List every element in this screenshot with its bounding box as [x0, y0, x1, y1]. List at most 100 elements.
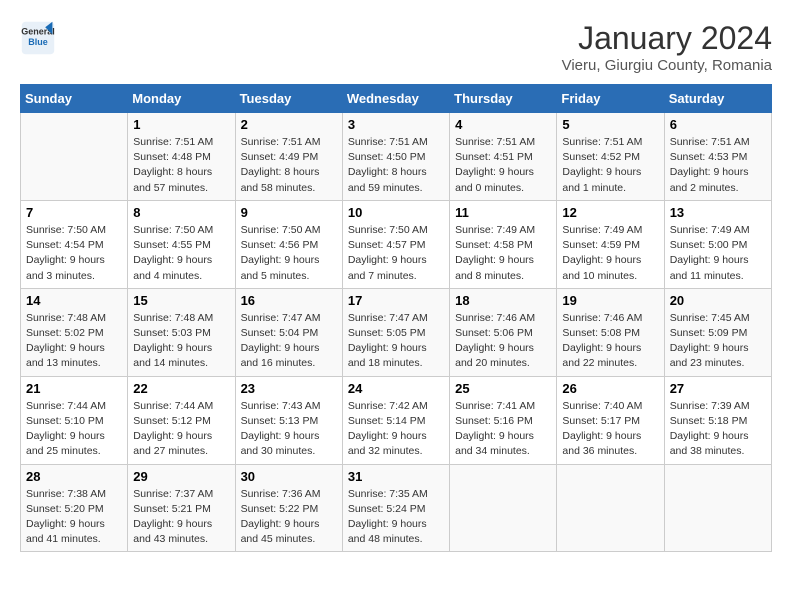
week-row-3: 14 Sunrise: 7:48 AMSunset: 5:02 PMDayligh… — [21, 288, 772, 376]
page-header: General Blue January 2024 Vieru, Giurgiu… — [20, 20, 772, 74]
day-info: Sunrise: 7:47 AMSunset: 5:04 PMDaylight:… — [241, 311, 337, 372]
calendar-cell: 23Sunrise: 7:43 AMSunset: 5:13 PMDayligh… — [235, 376, 342, 464]
day-info: Sunrise: 7:51 AMSunset: 4:49 PMDaylight:… — [241, 135, 337, 196]
day-info: Sunrise: 7:50 AMSunset: 4:55 PMDaylight:… — [133, 223, 229, 284]
calendar-cell — [664, 464, 771, 552]
day-number: 20 — [670, 293, 766, 308]
calendar-cell: 11Sunrise: 7:49 AMSunset: 4:58 PMDayligh… — [450, 200, 557, 288]
calendar-cell: 28 Sunrise: 7:38 AMSunset: 5:20 PMDayligh… — [21, 464, 128, 552]
calendar-cell: 15 Sunrise: 7:48 AMSunset: 5:03 PMDayligh… — [128, 288, 235, 376]
day-number: 31 — [348, 469, 444, 484]
day-number: 1 — [133, 117, 229, 132]
day-info: Sunrise: 7:49 AMSunset: 4:58 PMDaylight:… — [455, 223, 551, 284]
day-info: Sunrise: 7:44 AMSunset: 5:10 PMDaylight:… — [26, 399, 122, 460]
calendar-cell: 24Sunrise: 7:42 AMSunset: 5:14 PMDayligh… — [342, 376, 449, 464]
day-info: Sunrise: 7:39 AMSunset: 5:18 PMDaylight:… — [670, 399, 766, 460]
day-info: Sunrise: 7:37 AMSunset: 5:21 PMDaylight:… — [133, 487, 229, 548]
day-number: 26 — [562, 381, 658, 396]
calendar-cell: 18 Sunrise: 7:46 AMSunset: 5:06 PMDayligh… — [450, 288, 557, 376]
day-number: 16 — [241, 293, 337, 308]
day-number: 14 — [26, 293, 122, 308]
logo-icon: General Blue — [20, 20, 56, 56]
calendar-cell: 31 Sunrise: 7:35 AMSunset: 5:24 PMDayligh… — [342, 464, 449, 552]
day-info: Sunrise: 7:47 AMSunset: 5:05 PMDaylight:… — [348, 311, 444, 372]
day-number: 8 — [133, 205, 229, 220]
day-info: Sunrise: 7:48 AMSunset: 5:02 PMDaylight:… — [26, 311, 122, 372]
day-number: 4 — [455, 117, 551, 132]
day-info: Sunrise: 7:51 AMSunset: 4:53 PMDaylight:… — [670, 135, 766, 196]
week-row-4: 21 Sunrise: 7:44 AMSunset: 5:10 PMDayligh… — [21, 376, 772, 464]
week-row-2: 7 Sunrise: 7:50 AMSunset: 4:54 PMDaylight… — [21, 200, 772, 288]
day-info: Sunrise: 7:38 AMSunset: 5:20 PMDaylight:… — [26, 487, 122, 548]
day-info: Sunrise: 7:49 AMSunset: 4:59 PMDaylight:… — [562, 223, 658, 284]
calendar-table: SundayMondayTuesdayWednesdayThursdayFrid… — [20, 84, 772, 552]
day-number: 29 — [133, 469, 229, 484]
weekday-header-monday: Monday — [128, 85, 235, 113]
calendar-cell: 1 Sunrise: 7:51 AMSunset: 4:48 PMDaylight… — [128, 113, 235, 201]
title-block: January 2024 Vieru, Giurgiu County, Roma… — [562, 20, 772, 74]
calendar-cell: 20 Sunrise: 7:45 AMSunset: 5:09 PMDayligh… — [664, 288, 771, 376]
day-number: 17 — [348, 293, 444, 308]
logo: General Blue — [20, 20, 60, 56]
calendar-cell: 12 Sunrise: 7:49 AMSunset: 4:59 PMDayligh… — [557, 200, 664, 288]
day-number: 22 — [133, 381, 229, 396]
day-info: Sunrise: 7:51 AMSunset: 4:48 PMDaylight:… — [133, 135, 229, 196]
calendar-cell: 19Sunrise: 7:46 AMSunset: 5:08 PMDayligh… — [557, 288, 664, 376]
day-number: 18 — [455, 293, 551, 308]
day-number: 13 — [670, 205, 766, 220]
day-info: Sunrise: 7:42 AMSunset: 5:14 PMDaylight:… — [348, 399, 444, 460]
day-number: 28 — [26, 469, 122, 484]
calendar-cell: 5 Sunrise: 7:51 AMSunset: 4:52 PMDaylight… — [557, 113, 664, 201]
month-title: January 2024 — [562, 20, 772, 57]
calendar-cell: 8 Sunrise: 7:50 AMSunset: 4:55 PMDaylight… — [128, 200, 235, 288]
day-info: Sunrise: 7:50 AMSunset: 4:54 PMDaylight:… — [26, 223, 122, 284]
calendar-cell: 16 Sunrise: 7:47 AMSunset: 5:04 PMDayligh… — [235, 288, 342, 376]
calendar-cell — [557, 464, 664, 552]
day-info: Sunrise: 7:36 AMSunset: 5:22 PMDaylight:… — [241, 487, 337, 548]
day-number: 6 — [670, 117, 766, 132]
calendar-cell: 6 Sunrise: 7:51 AMSunset: 4:53 PMDaylight… — [664, 113, 771, 201]
weekday-header-saturday: Saturday — [664, 85, 771, 113]
day-number: 9 — [241, 205, 337, 220]
day-number: 2 — [241, 117, 337, 132]
day-number: 7 — [26, 205, 122, 220]
calendar-cell — [450, 464, 557, 552]
day-info: Sunrise: 7:51 AMSunset: 4:51 PMDaylight:… — [455, 135, 551, 196]
calendar-cell: 27Sunrise: 7:39 AMSunset: 5:18 PMDayligh… — [664, 376, 771, 464]
calendar-cell: 29 Sunrise: 7:37 AMSunset: 5:21 PMDayligh… — [128, 464, 235, 552]
weekday-header-row: SundayMondayTuesdayWednesdayThursdayFrid… — [21, 85, 772, 113]
day-info: Sunrise: 7:40 AMSunset: 5:17 PMDaylight:… — [562, 399, 658, 460]
calendar-cell: 21 Sunrise: 7:44 AMSunset: 5:10 PMDayligh… — [21, 376, 128, 464]
day-info: Sunrise: 7:51 AMSunset: 4:52 PMDaylight:… — [562, 135, 658, 196]
calendar-cell: 3Sunrise: 7:51 AMSunset: 4:50 PMDaylight… — [342, 113, 449, 201]
day-number: 5 — [562, 117, 658, 132]
day-info: Sunrise: 7:48 AMSunset: 5:03 PMDaylight:… — [133, 311, 229, 372]
svg-text:Blue: Blue — [28, 37, 48, 47]
week-row-5: 28 Sunrise: 7:38 AMSunset: 5:20 PMDayligh… — [21, 464, 772, 552]
day-number: 12 — [562, 205, 658, 220]
calendar-cell: 17 Sunrise: 7:47 AMSunset: 5:05 PMDayligh… — [342, 288, 449, 376]
day-number: 15 — [133, 293, 229, 308]
calendar-cell: 9Sunrise: 7:50 AMSunset: 4:56 PMDaylight… — [235, 200, 342, 288]
weekday-header-wednesday: Wednesday — [342, 85, 449, 113]
day-info: Sunrise: 7:35 AMSunset: 5:24 PMDaylight:… — [348, 487, 444, 548]
calendar-cell — [21, 113, 128, 201]
day-info: Sunrise: 7:50 AMSunset: 4:57 PMDaylight:… — [348, 223, 444, 284]
calendar-cell: 4 Sunrise: 7:51 AMSunset: 4:51 PMDaylight… — [450, 113, 557, 201]
location: Vieru, Giurgiu County, Romania — [562, 57, 772, 74]
weekday-header-sunday: Sunday — [21, 85, 128, 113]
day-number: 19 — [562, 293, 658, 308]
day-info: Sunrise: 7:43 AMSunset: 5:13 PMDaylight:… — [241, 399, 337, 460]
calendar-cell: 25Sunrise: 7:41 AMSunset: 5:16 PMDayligh… — [450, 376, 557, 464]
day-info: Sunrise: 7:46 AMSunset: 5:06 PMDaylight:… — [455, 311, 551, 372]
calendar-cell: 22Sunrise: 7:44 AMSunset: 5:12 PMDayligh… — [128, 376, 235, 464]
weekday-header-friday: Friday — [557, 85, 664, 113]
calendar-cell: 10Sunrise: 7:50 AMSunset: 4:57 PMDayligh… — [342, 200, 449, 288]
calendar-cell: 13Sunrise: 7:49 AMSunset: 5:00 PMDayligh… — [664, 200, 771, 288]
calendar-cell: 7 Sunrise: 7:50 AMSunset: 4:54 PMDaylight… — [21, 200, 128, 288]
day-info: Sunrise: 7:51 AMSunset: 4:50 PMDaylight:… — [348, 135, 444, 196]
weekday-header-thursday: Thursday — [450, 85, 557, 113]
day-info: Sunrise: 7:45 AMSunset: 5:09 PMDaylight:… — [670, 311, 766, 372]
day-number: 21 — [26, 381, 122, 396]
day-number: 30 — [241, 469, 337, 484]
